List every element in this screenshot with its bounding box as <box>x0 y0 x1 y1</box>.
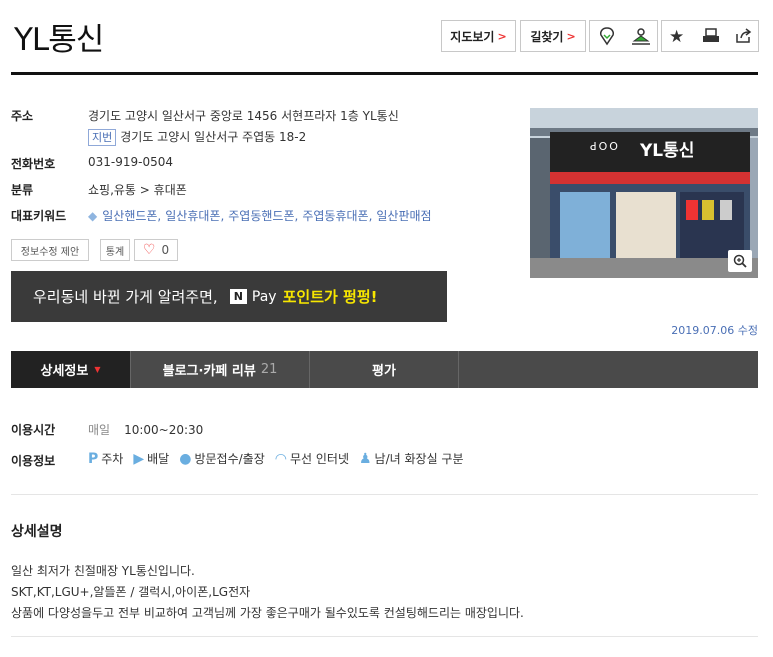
share-icon[interactable] <box>734 28 752 48</box>
hours-day: 매일 <box>88 423 111 437</box>
tag-icon: ◆ <box>88 208 98 223</box>
npay-logo-icon: N <box>229 289 247 304</box>
tab-detail-info[interactable]: 상세정보 ▼ <box>11 351 131 388</box>
tab-label: 평가 <box>372 364 396 379</box>
keyword-link[interactable]: 일산핸드폰, <box>102 207 161 224</box>
route-label: 길찾기 <box>530 29 564 44</box>
npay-label: Pay <box>251 288 277 305</box>
description-line: 일산 최저가 친절매장 YL통신입니다. <box>11 564 195 578</box>
store-photo[interactable]: ꓒꓳꓳ YL통신 <box>530 108 758 278</box>
keyword-link[interactable]: 일산휴대폰, <box>165 207 224 224</box>
tab-label: 상세정보 <box>40 364 89 379</box>
address-label: 주소 <box>11 109 34 123</box>
sign-brand: ꓒꓳꓳ <box>590 140 620 153</box>
description-line: SKT,KT,LGU+,알뜰폰 / 갤럭시,아이폰,LG전자 <box>11 585 251 599</box>
amenity-item: ♟ 남/녀 화장실 구분 <box>358 450 464 467</box>
amenity-item: ● 방문접수/출장 <box>179 450 265 467</box>
category-value: 쇼핑,유통 > 휴대폰 <box>88 183 187 197</box>
amenities-list: P 주차 ▶ 배달 ● 방문접수/출장 ◠ 무선 인터넷 ♟ 남/녀 화장실 구분 <box>88 450 474 467</box>
section-divider <box>11 636 758 637</box>
route-button[interactable]: 길찾기 > <box>520 20 586 52</box>
banner-points: 포인트가 펑펑! <box>282 288 378 306</box>
map-view-button[interactable]: 지도보기 > <box>441 20 516 52</box>
tab-rating[interactable]: 평가 <box>310 351 459 388</box>
address-value: 경기도 고양시 일산서구 중앙로 1456 서현프라자 1층 YL통신 <box>88 109 399 123</box>
stats-button[interactable]: 통계 <box>100 239 130 261</box>
jibun-badge: 지번 <box>88 129 117 146</box>
amenity-item: ▶ 배달 <box>133 450 170 467</box>
hours-value: 매일 10:00~20:30 <box>88 421 203 438</box>
view-toggle-group <box>589 20 658 52</box>
keyword-link[interactable]: 주엽동휴대폰, <box>302 207 372 224</box>
hours-label: 이용시간 <box>11 423 56 437</box>
person-icon: ● <box>179 450 192 467</box>
description-heading: 상세설명 <box>11 524 63 540</box>
tab-label: 블로그·카페 리뷰 <box>162 364 256 379</box>
detail-tabs: 상세정보 ▼ 블로그·카페 리뷰 21 평가 <box>11 351 758 388</box>
caret-down-icon: ▼ <box>94 365 101 374</box>
suggest-edit-button[interactable]: 정보수정 제안 <box>11 239 89 261</box>
delivery-icon: ▶ <box>133 450 145 467</box>
header-divider <box>11 72 758 75</box>
section-divider <box>11 494 758 495</box>
sign-text: YL통신 <box>640 141 695 161</box>
amenities-label: 이용정보 <box>11 454 56 468</box>
keyword-link[interactable]: 일산판매점 <box>376 207 431 224</box>
utility-button-group: ★ <box>661 20 759 52</box>
phone-value[interactable]: 031-919-0504 <box>88 155 173 169</box>
star-icon[interactable]: ★ <box>669 27 684 47</box>
print-icon[interactable] <box>702 28 720 48</box>
tab-blog-reviews[interactable]: 블로그·카페 리뷰 21 <box>131 351 310 388</box>
updated-date: 2019.07.06 수정 <box>671 324 758 337</box>
banner-text: 우리동네 바뀐 가게 알려주면, <box>33 288 218 306</box>
map-view-label: 지도보기 <box>450 29 495 44</box>
keywords-list: ◆ 일산핸드폰, 일산휴대폰, 주엽동핸드폰, 주엽동휴대폰, 일산판매점 <box>88 207 432 224</box>
zoom-icon[interactable] <box>728 250 752 272</box>
jibun-row: 지번 경기도 고양시 일산서구 주엽동 18-2 <box>88 128 306 146</box>
page-title: YL통신 <box>14 22 104 58</box>
amenity-item: P 주차 <box>88 450 124 467</box>
chevron-right-icon: > <box>497 29 507 43</box>
like-count: 0 <box>161 243 170 257</box>
tab-count: 21 <box>260 362 278 377</box>
phone-label: 전화번호 <box>11 157 56 171</box>
restroom-icon: ♟ <box>358 450 372 467</box>
hours-time: 10:00~20:30 <box>124 423 204 437</box>
keyword-link[interactable]: 주엽동핸드폰, <box>228 207 298 224</box>
npay-promo-banner[interactable]: 우리동네 바뀐 가게 알려주면, N Pay 포인트가 펑펑! <box>11 271 447 322</box>
map-pin-icon[interactable] <box>598 27 616 51</box>
amenity-item: ◠ 무선 인터넷 <box>274 450 349 467</box>
street-view-icon[interactable] <box>630 27 652 51</box>
keywords-label: 대표키워드 <box>11 209 67 223</box>
category-label: 분류 <box>11 183 34 197</box>
description-line: 상품에 다양성을두고 전부 비교하여 고객님께 가장 좋은구매가 될수있도록 컨… <box>11 606 524 620</box>
jibun-address: 경기도 고양시 일산서구 주엽동 18-2 <box>120 130 307 144</box>
chevron-right-icon: > <box>566 29 576 43</box>
wifi-icon: ◠ <box>274 450 287 467</box>
parking-icon: P <box>88 450 99 467</box>
like-button[interactable]: ♡ 0 <box>134 239 178 261</box>
heart-icon: ♡ <box>142 242 156 258</box>
